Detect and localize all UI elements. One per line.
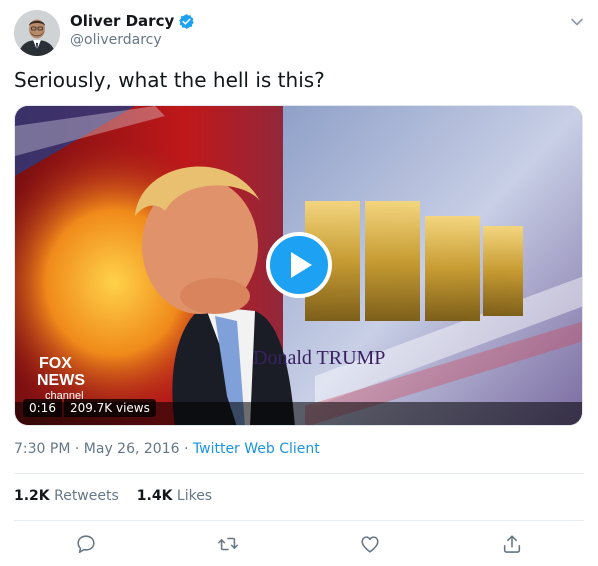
retweets-stat[interactable]: 1.2K Retweets [14,488,119,504]
meta-separator-1: · [70,441,84,457]
lower-third-name: Donald TRUMP [253,347,385,369]
tweet-client-link[interactable]: Twitter Web Client [193,441,320,457]
verified-icon [178,13,195,30]
display-name[interactable]: Oliver Darcy [70,12,174,30]
video-views: 209.7K views [63,399,156,417]
video-duration: 0:16 [23,399,62,417]
tweet-text: Seriously, what the hell is this? [14,68,325,92]
handle[interactable]: @oliverdarcy [70,32,162,48]
logo-line-1: FOX [39,355,72,372]
play-button[interactable] [266,232,332,298]
divider [14,520,584,521]
video-player[interactable]: Donald TRUMP FOX NEWS channel 0:16 209.7… [14,105,583,426]
tweet-time[interactable]: 7:30 PM [14,441,70,457]
chevron-down-icon[interactable] [570,14,584,28]
reply-icon[interactable] [75,533,97,555]
divider [14,473,584,474]
likes-label: Likes [176,488,213,504]
tweet-actions [0,533,598,557]
play-icon [291,252,312,278]
name-row: Oliver Darcy [70,12,195,30]
tweet-header: Oliver Darcy @oliverdarcy [14,10,584,56]
video-info-badge: 0:16 209.7K views [23,399,156,417]
retweets-count: 1.2K [14,488,50,504]
like-icon[interactable] [359,533,381,555]
retweet-icon[interactable] [217,533,239,555]
tweet-date[interactable]: May 26, 2016 [84,441,180,457]
tweet-meta: 7:30 PM · May 26, 2016 · Twitter Web Cli… [14,441,320,457]
logo-line-2: NEWS [37,372,85,389]
tweet-stats: 1.2K Retweets 1.4K Likes [14,488,212,504]
likes-stat[interactable]: 1.4K Likes [137,488,212,504]
share-icon[interactable] [501,533,523,555]
meta-separator-2: · [179,441,193,457]
retweets-label: Retweets [54,488,119,504]
avatar[interactable] [14,10,60,56]
likes-count: 1.4K [136,488,173,504]
